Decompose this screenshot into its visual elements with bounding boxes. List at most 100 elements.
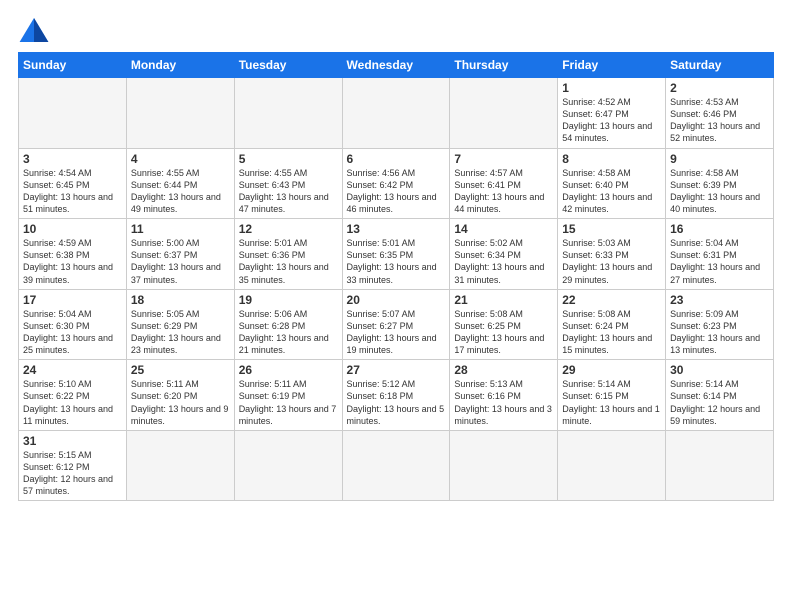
day-info: Sunrise: 4:55 AM Sunset: 6:43 PM Dayligh… xyxy=(239,167,338,216)
day-number: 30 xyxy=(670,363,769,377)
day-info: Sunrise: 5:14 AM Sunset: 6:15 PM Dayligh… xyxy=(562,378,661,427)
calendar-cell: 1Sunrise: 4:52 AM Sunset: 6:47 PM Daylig… xyxy=(558,78,666,149)
calendar-cell xyxy=(342,78,450,149)
calendar-cell xyxy=(19,78,127,149)
calendar-cell: 11Sunrise: 5:00 AM Sunset: 6:37 PM Dayli… xyxy=(126,219,234,290)
day-info: Sunrise: 5:14 AM Sunset: 6:14 PM Dayligh… xyxy=(670,378,769,427)
calendar-cell xyxy=(234,430,342,501)
day-number: 21 xyxy=(454,293,553,307)
calendar-cell xyxy=(234,78,342,149)
day-number: 28 xyxy=(454,363,553,377)
calendar-week-row: 3Sunrise: 4:54 AM Sunset: 6:45 PM Daylig… xyxy=(19,148,774,219)
day-number: 27 xyxy=(347,363,446,377)
calendar-cell: 19Sunrise: 5:06 AM Sunset: 6:28 PM Dayli… xyxy=(234,289,342,360)
day-info: Sunrise: 5:10 AM Sunset: 6:22 PM Dayligh… xyxy=(23,378,122,427)
day-number: 16 xyxy=(670,222,769,236)
calendar-cell: 18Sunrise: 5:05 AM Sunset: 6:29 PM Dayli… xyxy=(126,289,234,360)
day-number: 7 xyxy=(454,152,553,166)
day-info: Sunrise: 5:11 AM Sunset: 6:20 PM Dayligh… xyxy=(131,378,230,427)
day-number: 22 xyxy=(562,293,661,307)
calendar-cell xyxy=(342,430,450,501)
day-info: Sunrise: 5:00 AM Sunset: 6:37 PM Dayligh… xyxy=(131,237,230,286)
day-number: 12 xyxy=(239,222,338,236)
calendar-cell: 3Sunrise: 4:54 AM Sunset: 6:45 PM Daylig… xyxy=(19,148,127,219)
calendar-cell: 16Sunrise: 5:04 AM Sunset: 6:31 PM Dayli… xyxy=(666,219,774,290)
day-number: 25 xyxy=(131,363,230,377)
day-info: Sunrise: 5:04 AM Sunset: 6:31 PM Dayligh… xyxy=(670,237,769,286)
calendar-cell: 4Sunrise: 4:55 AM Sunset: 6:44 PM Daylig… xyxy=(126,148,234,219)
weekday-header-wednesday: Wednesday xyxy=(342,53,450,78)
day-info: Sunrise: 4:58 AM Sunset: 6:39 PM Dayligh… xyxy=(670,167,769,216)
day-number: 17 xyxy=(23,293,122,307)
page: SundayMondayTuesdayWednesdayThursdayFrid… xyxy=(0,0,792,612)
day-number: 29 xyxy=(562,363,661,377)
day-number: 1 xyxy=(562,81,661,95)
day-info: Sunrise: 4:59 AM Sunset: 6:38 PM Dayligh… xyxy=(23,237,122,286)
day-number: 2 xyxy=(670,81,769,95)
calendar-cell: 25Sunrise: 5:11 AM Sunset: 6:20 PM Dayli… xyxy=(126,360,234,431)
logo xyxy=(18,16,54,44)
calendar-cell: 26Sunrise: 5:11 AM Sunset: 6:19 PM Dayli… xyxy=(234,360,342,431)
day-number: 23 xyxy=(670,293,769,307)
day-number: 11 xyxy=(131,222,230,236)
calendar-cell: 22Sunrise: 5:08 AM Sunset: 6:24 PM Dayli… xyxy=(558,289,666,360)
weekday-header-thursday: Thursday xyxy=(450,53,558,78)
day-info: Sunrise: 4:52 AM Sunset: 6:47 PM Dayligh… xyxy=(562,96,661,145)
day-info: Sunrise: 4:55 AM Sunset: 6:44 PM Dayligh… xyxy=(131,167,230,216)
calendar-cell xyxy=(450,430,558,501)
calendar-week-row: 10Sunrise: 4:59 AM Sunset: 6:38 PM Dayli… xyxy=(19,219,774,290)
calendar-cell: 14Sunrise: 5:02 AM Sunset: 6:34 PM Dayli… xyxy=(450,219,558,290)
day-info: Sunrise: 5:09 AM Sunset: 6:23 PM Dayligh… xyxy=(670,308,769,357)
day-info: Sunrise: 5:15 AM Sunset: 6:12 PM Dayligh… xyxy=(23,449,122,498)
calendar-week-row: 24Sunrise: 5:10 AM Sunset: 6:22 PM Dayli… xyxy=(19,360,774,431)
calendar-cell: 21Sunrise: 5:08 AM Sunset: 6:25 PM Dayli… xyxy=(450,289,558,360)
calendar-cell: 7Sunrise: 4:57 AM Sunset: 6:41 PM Daylig… xyxy=(450,148,558,219)
day-number: 4 xyxy=(131,152,230,166)
day-number: 14 xyxy=(454,222,553,236)
calendar-cell: 23Sunrise: 5:09 AM Sunset: 6:23 PM Dayli… xyxy=(666,289,774,360)
calendar-cell xyxy=(666,430,774,501)
day-info: Sunrise: 5:11 AM Sunset: 6:19 PM Dayligh… xyxy=(239,378,338,427)
weekday-header-friday: Friday xyxy=(558,53,666,78)
day-number: 19 xyxy=(239,293,338,307)
calendar-cell: 20Sunrise: 5:07 AM Sunset: 6:27 PM Dayli… xyxy=(342,289,450,360)
day-info: Sunrise: 5:02 AM Sunset: 6:34 PM Dayligh… xyxy=(454,237,553,286)
day-info: Sunrise: 5:04 AM Sunset: 6:30 PM Dayligh… xyxy=(23,308,122,357)
day-number: 26 xyxy=(239,363,338,377)
day-info: Sunrise: 5:01 AM Sunset: 6:36 PM Dayligh… xyxy=(239,237,338,286)
calendar-cell: 12Sunrise: 5:01 AM Sunset: 6:36 PM Dayli… xyxy=(234,219,342,290)
calendar-cell: 10Sunrise: 4:59 AM Sunset: 6:38 PM Dayli… xyxy=(19,219,127,290)
day-info: Sunrise: 4:56 AM Sunset: 6:42 PM Dayligh… xyxy=(347,167,446,216)
logo-icon xyxy=(18,16,50,44)
calendar-cell: 2Sunrise: 4:53 AM Sunset: 6:46 PM Daylig… xyxy=(666,78,774,149)
calendar-cell: 30Sunrise: 5:14 AM Sunset: 6:14 PM Dayli… xyxy=(666,360,774,431)
day-info: Sunrise: 5:06 AM Sunset: 6:28 PM Dayligh… xyxy=(239,308,338,357)
weekday-header-saturday: Saturday xyxy=(666,53,774,78)
header xyxy=(18,16,774,44)
day-number: 18 xyxy=(131,293,230,307)
calendar-week-row: 17Sunrise: 5:04 AM Sunset: 6:30 PM Dayli… xyxy=(19,289,774,360)
day-info: Sunrise: 4:54 AM Sunset: 6:45 PM Dayligh… xyxy=(23,167,122,216)
day-number: 13 xyxy=(347,222,446,236)
day-number: 9 xyxy=(670,152,769,166)
day-info: Sunrise: 4:57 AM Sunset: 6:41 PM Dayligh… xyxy=(454,167,553,216)
calendar-week-row: 1Sunrise: 4:52 AM Sunset: 6:47 PM Daylig… xyxy=(19,78,774,149)
calendar-cell: 9Sunrise: 4:58 AM Sunset: 6:39 PM Daylig… xyxy=(666,148,774,219)
day-number: 8 xyxy=(562,152,661,166)
day-info: Sunrise: 5:07 AM Sunset: 6:27 PM Dayligh… xyxy=(347,308,446,357)
calendar-cell: 5Sunrise: 4:55 AM Sunset: 6:43 PM Daylig… xyxy=(234,148,342,219)
day-info: Sunrise: 4:58 AM Sunset: 6:40 PM Dayligh… xyxy=(562,167,661,216)
weekday-header-monday: Monday xyxy=(126,53,234,78)
calendar-cell: 8Sunrise: 4:58 AM Sunset: 6:40 PM Daylig… xyxy=(558,148,666,219)
day-number: 15 xyxy=(562,222,661,236)
calendar-cell xyxy=(450,78,558,149)
calendar-cell: 28Sunrise: 5:13 AM Sunset: 6:16 PM Dayli… xyxy=(450,360,558,431)
day-info: Sunrise: 5:08 AM Sunset: 6:25 PM Dayligh… xyxy=(454,308,553,357)
calendar-cell xyxy=(126,430,234,501)
day-info: Sunrise: 4:53 AM Sunset: 6:46 PM Dayligh… xyxy=(670,96,769,145)
calendar-cell xyxy=(126,78,234,149)
day-number: 10 xyxy=(23,222,122,236)
calendar-cell: 6Sunrise: 4:56 AM Sunset: 6:42 PM Daylig… xyxy=(342,148,450,219)
day-info: Sunrise: 5:05 AM Sunset: 6:29 PM Dayligh… xyxy=(131,308,230,357)
day-number: 3 xyxy=(23,152,122,166)
